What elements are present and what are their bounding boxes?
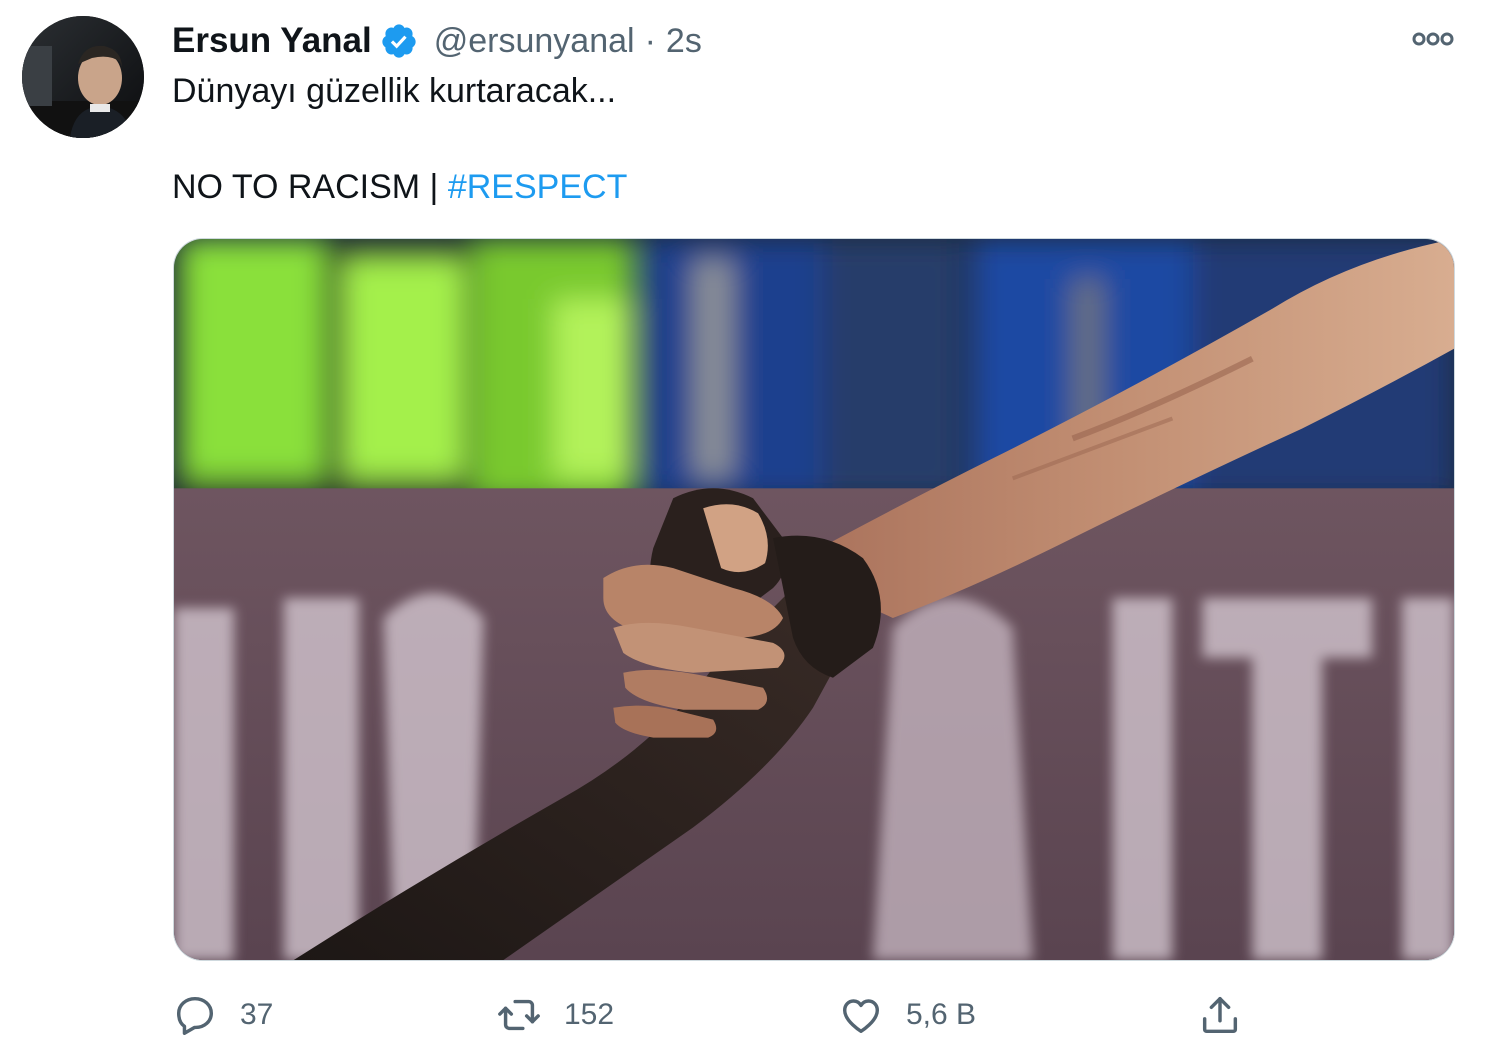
like-count: 5,6 B (906, 998, 977, 1031)
tweet-card[interactable]: Ersun Yanal @ersunyanal · 2s Dünyayı güz… (0, 0, 1500, 1052)
retweet-button[interactable]: 152 (496, 985, 614, 1045)
tweet-timestamp[interactable]: 2s (666, 22, 702, 61)
separator-dot: · (644, 21, 656, 60)
reply-count: 37 (240, 998, 274, 1031)
like-button[interactable]: 5,6 B (838, 985, 976, 1045)
tweet-text-plain: NO TO RACISM | (172, 168, 448, 206)
retweet-icon (498, 999, 540, 1031)
share-icon (1202, 996, 1238, 1034)
more-dots-icon (1412, 32, 1454, 46)
hashtag-link[interactable]: #RESPECT (448, 168, 628, 206)
share-button[interactable] (1197, 985, 1243, 1045)
reply-button[interactable]: 37 (172, 985, 273, 1045)
author-name[interactable]: Ersun Yanal (172, 21, 372, 61)
more-options-button[interactable] (1405, 24, 1461, 54)
heart-icon (842, 999, 880, 1034)
reply-icon (176, 996, 214, 1035)
author-handle[interactable]: @ersunyanal (434, 22, 635, 61)
tweet-header: Ersun Yanal @ersunyanal · 2s (172, 18, 702, 64)
tweet-text-line-1: Dünyayı güzellik kurtaracak... (172, 72, 617, 110)
retweet-count: 152 (564, 998, 615, 1031)
handshake-photo-icon (174, 239, 1454, 960)
tweet-text-line-2: NO TO RACISM | #RESPECT (172, 168, 627, 207)
avatar[interactable] (22, 16, 144, 138)
profile-photo-icon (22, 16, 144, 138)
tweet-actions-bar: 37 152 5,6 B (0, 985, 1500, 1045)
tweet-media-photo[interactable] (173, 238, 1455, 961)
verified-badge-icon (380, 22, 418, 60)
